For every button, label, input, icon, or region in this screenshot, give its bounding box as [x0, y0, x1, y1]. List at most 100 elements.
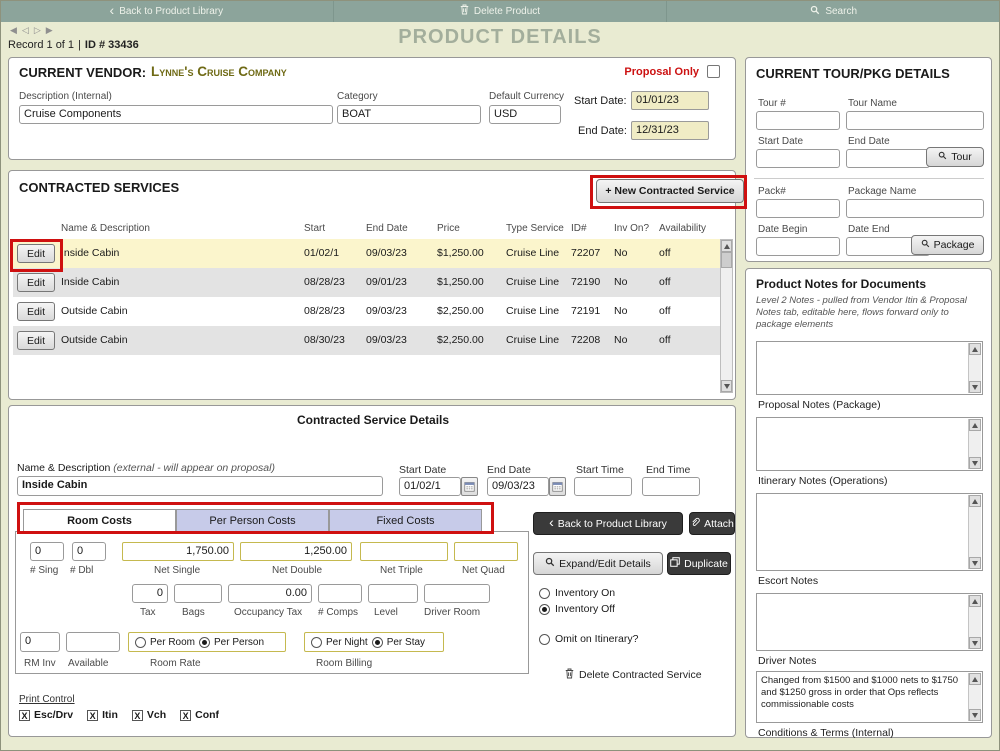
duplicate-button[interactable]: Duplicate — [667, 552, 731, 575]
per-room-radio[interactable] — [135, 636, 146, 648]
tour-end-date-field[interactable] — [846, 149, 930, 168]
scrollbar[interactable] — [968, 419, 981, 469]
package-search-button[interactable]: Package — [911, 235, 984, 255]
driver-notes-textarea[interactable] — [756, 593, 983, 651]
itinerary-notes-textarea[interactable] — [756, 417, 983, 471]
net-single-field[interactable]: 1,750.00 — [122, 542, 234, 561]
net-double-field[interactable]: 1,250.00 — [240, 542, 352, 561]
toolbar-delete-product-button[interactable]: Delete Product — [334, 0, 668, 22]
comps-field[interactable] — [318, 584, 362, 603]
scrollbar-track[interactable] — [969, 355, 981, 381]
print-conf-checkbox[interactable]: X Conf — [180, 709, 219, 721]
print-itin-label: Itin — [102, 709, 118, 721]
scrollbar-thumb[interactable] — [721, 252, 732, 268]
currency-field[interactable]: USD — [489, 105, 561, 124]
scroll-down-icon[interactable] — [969, 637, 981, 649]
delete-contracted-service-button[interactable]: Delete Contracted Service — [565, 668, 702, 682]
tour-num-field[interactable] — [756, 111, 840, 130]
scroll-up-icon[interactable] — [969, 495, 981, 507]
scroll-up-icon[interactable] — [969, 419, 981, 431]
scroll-down-icon[interactable] — [969, 557, 981, 569]
edit-button[interactable]: Edit — [17, 244, 55, 263]
tab-fixed-costs[interactable]: Fixed Costs — [329, 509, 482, 532]
tour-start-date-field[interactable] — [756, 149, 840, 168]
edit-button[interactable]: Edit — [17, 302, 55, 321]
new-contracted-service-button[interactable]: + New Contracted Service — [596, 179, 744, 203]
net-triple-field[interactable] — [360, 542, 448, 561]
available-field[interactable] — [66, 632, 120, 652]
end-date-calendar-button[interactable] — [549, 477, 566, 496]
inventory-on-radio[interactable]: Inventory On — [539, 587, 615, 599]
scrollbar-track[interactable] — [969, 431, 981, 457]
scrollbar-track[interactable] — [969, 507, 981, 557]
driver-room-field[interactable] — [424, 584, 490, 603]
num-singles-field[interactable]: 0 — [30, 542, 64, 561]
tax-field[interactable]: 0 — [132, 584, 168, 603]
scrollbar-track[interactable] — [969, 607, 981, 637]
print-vch-checkbox[interactable]: X Vch — [131, 709, 166, 721]
edit-button[interactable]: Edit — [17, 331, 55, 350]
date-begin-field[interactable] — [756, 237, 840, 256]
service-name-field[interactable]: Inside Cabin — [17, 476, 383, 496]
edit-button[interactable]: Edit — [17, 273, 55, 292]
table-row[interactable]: Edit Outside Cabin 08/28/23 09/03/23 $2,… — [13, 297, 720, 326]
omit-on-itinerary-radio[interactable]: Omit on Itinerary? — [539, 633, 638, 645]
start-date-calendar-button[interactable] — [461, 477, 478, 496]
scroll-up-icon[interactable] — [969, 673, 981, 685]
per-stay-radio[interactable] — [371, 636, 383, 648]
table-row[interactable]: Edit Outside Cabin 08/30/23 09/03/23 $2,… — [13, 326, 720, 355]
description-internal-field[interactable]: Cruise Components — [19, 105, 333, 124]
end-time-field[interactable] — [642, 477, 700, 496]
net-quad-field[interactable] — [454, 542, 518, 561]
package-name-field[interactable] — [846, 199, 984, 218]
tab-per-person-costs[interactable]: Per Person Costs — [176, 509, 329, 532]
num-doubles-field[interactable]: 0 — [72, 542, 106, 561]
inventory-off-radio[interactable]: Inventory Off — [539, 603, 615, 615]
detail-start-date-field[interactable]: 01/02/1 — [399, 477, 461, 496]
conditions-terms-textarea[interactable]: Changed from $1500 and $1000 nets to $17… — [756, 671, 983, 723]
scroll-down-icon[interactable] — [969, 457, 981, 469]
scrollbar[interactable] — [968, 495, 981, 569]
scrollbar[interactable] — [968, 673, 981, 721]
scroll-down-icon[interactable] — [721, 380, 732, 392]
scrollbar[interactable] — [968, 595, 981, 649]
print-esc-drv-checkbox[interactable]: X Esc/Drv — [19, 709, 73, 721]
start-time-field[interactable] — [574, 477, 632, 496]
category-field[interactable]: BOAT — [337, 105, 481, 124]
expand-edit-details-button[interactable]: Expand/Edit Details — [533, 552, 663, 575]
scrollbar-track[interactable] — [969, 685, 981, 709]
tour-search-button[interactable]: Tour — [926, 147, 984, 167]
rm-inv-field[interactable]: 0 — [20, 632, 60, 652]
scroll-down-icon[interactable] — [969, 709, 981, 721]
table-row[interactable]: Edit Inside Cabin 01/02/1 09/03/23 $1,25… — [13, 239, 720, 268]
proposal-notes-textarea[interactable] — [756, 341, 983, 395]
tour-name-field[interactable] — [846, 111, 984, 130]
scroll-down-icon[interactable] — [969, 381, 981, 393]
tab-room-costs-label: Room Costs — [67, 514, 132, 527]
per-person-radio[interactable] — [199, 636, 211, 648]
scroll-up-icon[interactable] — [969, 343, 981, 355]
bags-field[interactable] — [174, 584, 222, 603]
scroll-up-icon[interactable] — [969, 595, 981, 607]
escort-notes-textarea[interactable] — [756, 493, 983, 571]
attach-button[interactable]: Attach — [689, 512, 735, 535]
proposal-only-checkbox[interactable] — [707, 65, 720, 78]
scrollbar[interactable] — [968, 343, 981, 393]
tab-room-costs[interactable]: Room Costs — [23, 509, 176, 532]
toolbar-search-button[interactable]: Search — [667, 0, 1000, 22]
level-field[interactable] — [368, 584, 418, 603]
pack-num-field[interactable] — [756, 199, 840, 218]
detail-end-date-field[interactable]: 09/03/23 — [487, 477, 549, 496]
occupancy-tax-field[interactable]: 0.00 — [228, 584, 312, 603]
scrollbar-track[interactable] — [721, 268, 732, 380]
print-itin-checkbox[interactable]: X Itin — [87, 709, 118, 721]
services-scrollbar[interactable] — [720, 239, 733, 393]
vendor-name[interactable]: Lynne's Cruise Company — [151, 64, 287, 79]
toolbar-back-button[interactable]: ‹ Back to Product Library — [0, 0, 334, 22]
start-date-field[interactable]: 01/01/23 — [631, 91, 709, 110]
end-date-field[interactable]: 12/31/23 — [631, 121, 709, 140]
per-night-radio[interactable] — [311, 636, 322, 648]
back-to-product-library-button[interactable]: ‹ Back to Product Library — [533, 512, 683, 535]
table-row[interactable]: Edit Inside Cabin 08/28/23 09/01/23 $1,2… — [13, 268, 720, 297]
scroll-up-icon[interactable] — [721, 240, 732, 252]
